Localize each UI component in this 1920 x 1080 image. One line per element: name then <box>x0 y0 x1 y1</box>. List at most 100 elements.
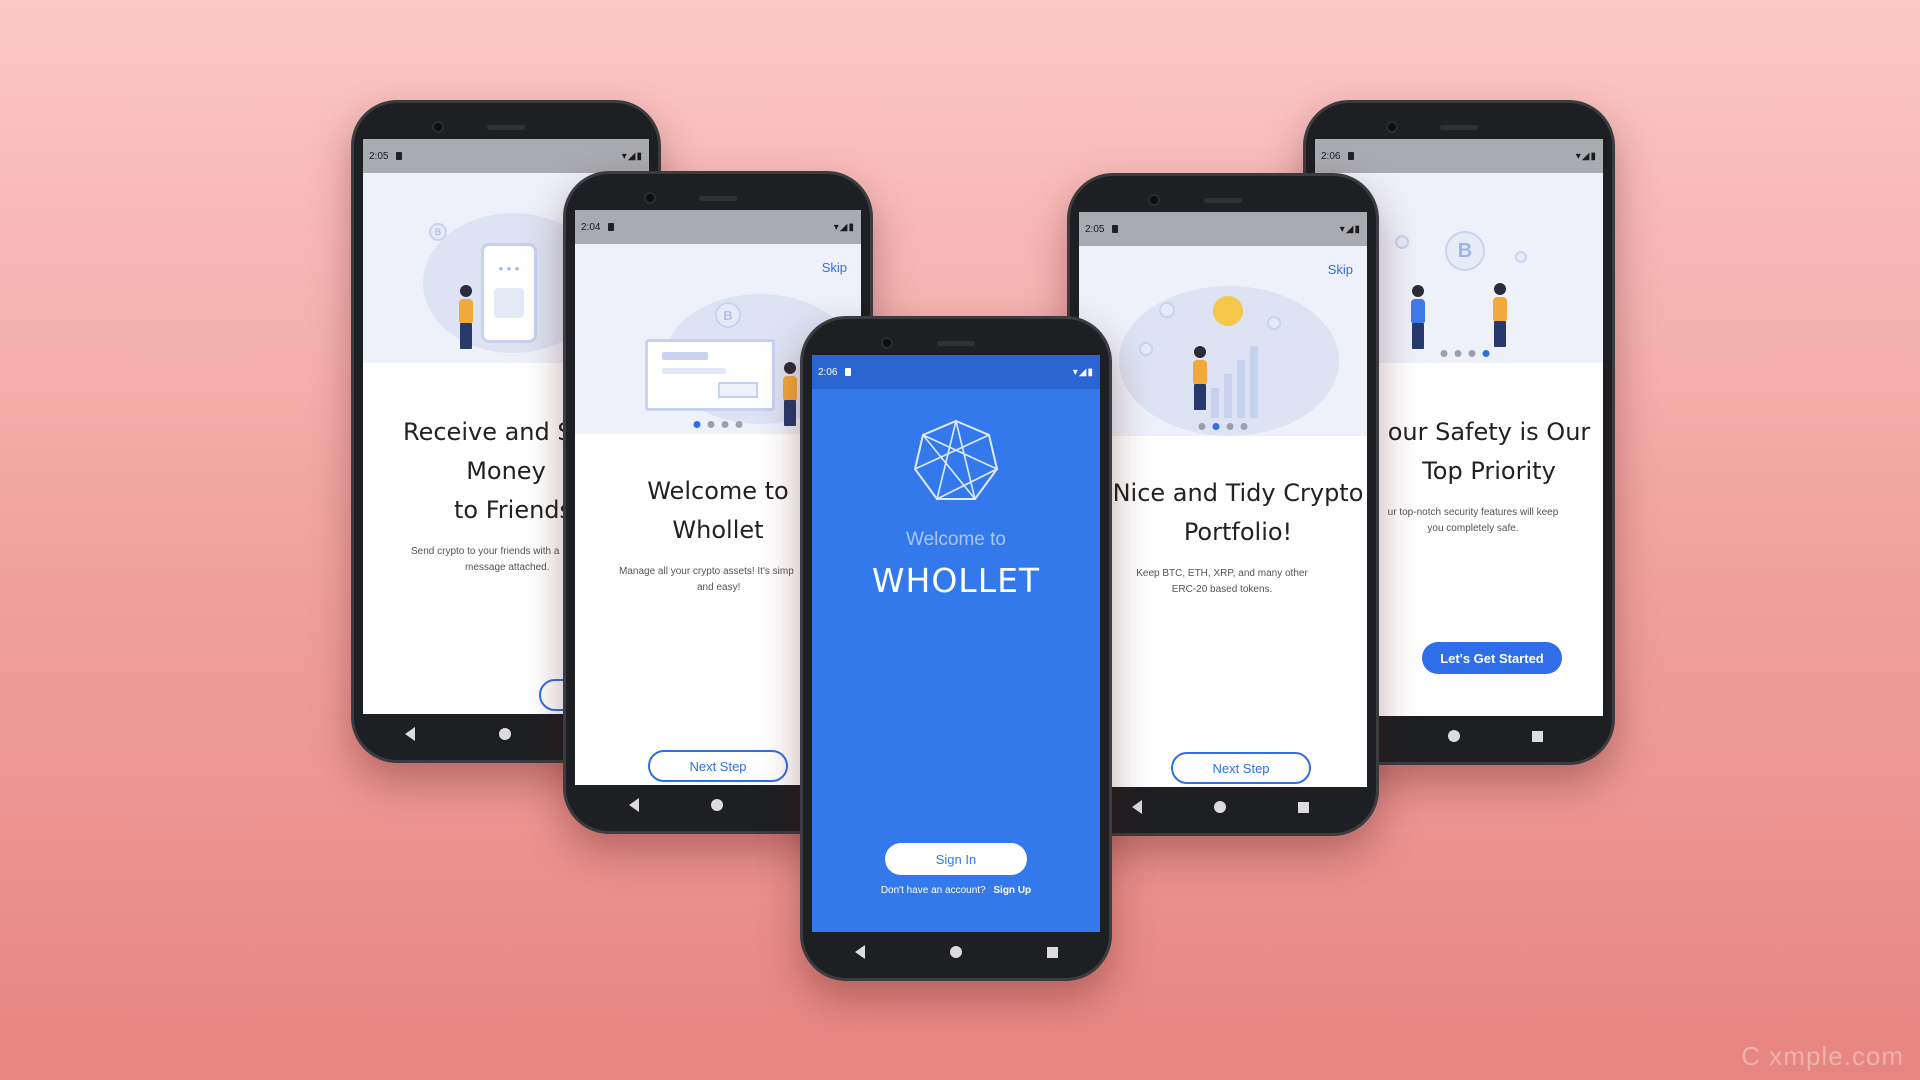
recents-nav-icon[interactable] <box>1046 946 1058 958</box>
coin-icon <box>1267 316 1281 330</box>
back-nav-icon[interactable] <box>854 945 865 959</box>
get-started-button[interactable]: Let's Get Started <box>1422 642 1562 674</box>
coin-icon <box>1395 235 1409 249</box>
home-nav-icon[interactable] <box>1214 801 1226 813</box>
back-nav-icon[interactable] <box>1132 800 1142 814</box>
home-nav-icon[interactable] <box>499 728 512 740</box>
phone-center: 2:06 ▾◢▮ Welcome to WHOLLET Sign In Don'… <box>800 316 1112 981</box>
status-icons: ▾◢▮ <box>1073 367 1094 378</box>
earpiece <box>699 196 737 201</box>
screen-portfolio: 2:05 ▾◢▮ Skip Nice and Tidy Crypto Portf… <box>1079 212 1367 787</box>
person-illustration <box>783 362 797 426</box>
page-indicator <box>1440 350 1490 357</box>
back-nav-icon[interactable] <box>629 798 639 812</box>
status-bar: 2:05 ▾◢▮ <box>363 139 649 173</box>
coin-icon <box>1515 251 1527 263</box>
welcome-label: Welcome to <box>906 529 1006 550</box>
app-name: WHOLLET <box>871 561 1041 600</box>
desc-line: you completely safe. <box>1427 523 1519 534</box>
onboarding-description: Keep BTC, ETH, XRP, and many other ERC-2… <box>1079 566 1367 598</box>
home-nav-icon[interactable] <box>1448 730 1460 742</box>
laptop-illustration <box>645 339 775 411</box>
battery-icon: ▮ <box>848 221 855 233</box>
recents-nav-icon[interactable] <box>1298 801 1309 813</box>
title-line: Nice and Tidy Crypto <box>1112 479 1364 507</box>
earpiece <box>1204 198 1242 203</box>
page-dot-active <box>1482 350 1490 357</box>
page-dot <box>735 421 743 428</box>
status-time: 2:05 <box>369 150 389 162</box>
skip-button[interactable]: Skip <box>822 260 847 275</box>
home-nav-icon[interactable] <box>949 946 962 958</box>
desc-line: ur top-notch security features will keep <box>1387 507 1559 518</box>
coin-icon <box>1139 342 1153 356</box>
sign-in-button[interactable]: Sign In <box>885 843 1027 875</box>
bitcoin-icon: B <box>1445 231 1485 271</box>
status-icons: ▾◢▮ <box>834 222 855 233</box>
status-bar: 2:06 ▾◢▮ <box>1315 139 1603 173</box>
sign-up-link[interactable]: Sign Up <box>993 885 1031 896</box>
next-step-button[interactable]: Next Step <box>648 750 788 782</box>
sim-icon <box>845 368 852 376</box>
whollet-logo-icon <box>911 417 1001 507</box>
title-line: Portfolio! <box>1183 518 1293 546</box>
desc-line: Keep BTC, ETH, XRP, and many other <box>1136 568 1308 579</box>
desc-line: ERC-20 based tokens. <box>1171 584 1273 595</box>
sim-icon <box>396 152 403 160</box>
growth-chart-illustration <box>1211 346 1258 418</box>
page-dot <box>1226 423 1234 430</box>
sim-icon <box>1348 152 1355 160</box>
coin-icon <box>1159 302 1175 318</box>
earpiece <box>487 125 525 130</box>
earpiece <box>1440 125 1478 130</box>
onboarding-content: Nice and Tidy Crypto Portfolio! Keep BTC… <box>1079 436 1367 598</box>
page-dot <box>1198 423 1206 430</box>
person-illustration <box>1493 283 1507 347</box>
illustration-panel <box>494 288 524 318</box>
status-bar: 2:05 ▾◢▮ <box>1079 212 1367 246</box>
lightbulb-icon <box>1213 296 1243 326</box>
nav-bar <box>1079 789 1367 825</box>
status-bar: 2:04 ▾◢▮ <box>575 210 861 244</box>
nav-bar <box>812 934 1100 970</box>
page-indicator <box>1198 423 1248 430</box>
next-step-button[interactable]: Next Step <box>1171 752 1311 784</box>
back-nav-icon[interactable] <box>405 727 416 741</box>
password-dots: * * * <box>498 264 520 278</box>
logo-svg <box>913 419 999 501</box>
battery-icon: ▮ <box>1590 150 1597 162</box>
status-time: 2:05 <box>1085 223 1105 235</box>
title-line: Top Priority <box>1422 457 1556 485</box>
watermark: C xmple.com <box>1741 1041 1904 1071</box>
phone-portfolio: 2:05 ▾◢▮ Skip Nice and Tidy Crypto Portf… <box>1067 173 1379 836</box>
phone-illustration: * * * <box>481 243 537 343</box>
battery-icon: ▮ <box>1354 223 1361 235</box>
coin-icon: B <box>429 223 447 241</box>
screen-center: 2:06 ▾◢▮ Welcome to WHOLLET Sign In Don'… <box>812 355 1100 932</box>
page-dot <box>1440 350 1448 357</box>
status-icons: ▾◢▮ <box>1340 224 1361 235</box>
no-account-text: Don't have an account? <box>880 885 986 896</box>
status-time: 2:06 <box>1321 150 1341 162</box>
recents-nav-icon[interactable] <box>1532 730 1543 742</box>
page-dot-active <box>1212 423 1220 430</box>
page-dot <box>1454 350 1462 357</box>
skip-button[interactable]: Skip <box>1328 262 1353 277</box>
front-camera-icon <box>1386 121 1398 133</box>
title-line: our Safety is Our <box>1387 418 1591 446</box>
status-time: 2:06 <box>818 366 838 378</box>
page-dot <box>707 421 715 428</box>
sim-icon <box>608 223 615 231</box>
person-illustration <box>1411 285 1425 349</box>
battery-icon: ▮ <box>1087 366 1094 378</box>
page-dot <box>1240 423 1248 430</box>
status-icons: ▾◢▮ <box>1576 151 1597 162</box>
person-illustration <box>1193 346 1207 410</box>
front-camera-icon <box>432 121 444 133</box>
person-illustration <box>459 285 473 349</box>
page-dot-active <box>693 421 701 428</box>
front-camera-icon <box>1148 194 1160 206</box>
bitcoin-icon: B <box>715 302 741 328</box>
home-nav-icon[interactable] <box>711 799 723 811</box>
front-camera-icon <box>881 337 893 349</box>
